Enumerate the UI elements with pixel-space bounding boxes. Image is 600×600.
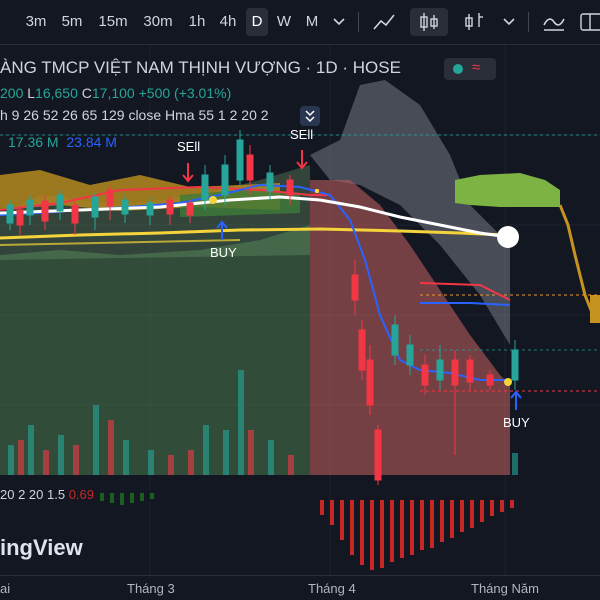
- timeframe-5m[interactable]: 5m: [57, 8, 87, 36]
- change-value: +500 (+3.01%): [138, 85, 232, 101]
- sell-signal-label: SEll: [290, 127, 314, 142]
- oscillator-value: 0.69: [68, 487, 94, 502]
- price-chart[interactable]: ÀNG TMCP VIỆT NAM THỊNH VƯỢNG · 1D · HOS…: [0, 45, 600, 600]
- ohlc-prefix: 200: [0, 85, 24, 101]
- timeframe-30m[interactable]: 30m: [139, 8, 177, 36]
- oscillator-params: 20 2 20 1.5: [0, 487, 66, 502]
- cloud-lime: [455, 173, 560, 207]
- last-point-marker: [497, 226, 519, 248]
- volume-value-a: 17.36 M: [8, 134, 59, 150]
- time-axis[interactable]: ai Tháng 3 Tháng 4 Tháng Năm: [0, 575, 600, 600]
- symbol-title[interactable]: ÀNG TMCP VIỆT NAM THỊNH VƯỢNG · 1D · HOS…: [0, 58, 401, 78]
- market-status-badge[interactable]: ≈: [444, 58, 496, 80]
- timeframe-1h[interactable]: 1h: [184, 8, 210, 36]
- line-chart-icon[interactable]: [368, 8, 398, 36]
- indicators-icon[interactable]: [538, 8, 568, 36]
- time-tick: Tháng 4: [308, 581, 356, 596]
- timeframe-15m[interactable]: 15m: [95, 8, 131, 36]
- layout-icon[interactable]: [575, 8, 600, 36]
- oscillator-histogram: [100, 493, 514, 570]
- toolbar-separator: [358, 12, 359, 32]
- sell-signal-label: SEll: [177, 139, 201, 154]
- volume-legend: 17.36 M 23.84 M: [8, 134, 117, 150]
- buy-signal-label: BUY: [210, 245, 237, 260]
- time-tick: Tháng Năm: [471, 581, 539, 596]
- bars-icon[interactable]: [458, 8, 488, 36]
- timeframe-3m[interactable]: 3m: [22, 8, 50, 36]
- buy-signal-label: BUY: [503, 415, 530, 430]
- timeframe-4h[interactable]: 4h: [215, 8, 241, 36]
- data-wave-icon: ≈: [472, 59, 481, 76]
- timeframe-dropdown-icon[interactable]: [327, 8, 351, 36]
- timeframe-d[interactable]: D: [246, 8, 268, 36]
- close-value: 17,100: [91, 85, 135, 101]
- timeframe-m[interactable]: M: [301, 8, 323, 36]
- market-open-dot-icon: [453, 64, 463, 74]
- low-value: 16,650: [35, 85, 78, 101]
- sell-arrow: [182, 163, 194, 183]
- chart-type-dropdown-icon[interactable]: [497, 8, 521, 36]
- oscillator-legend[interactable]: 20 2 20 1.5 0.69: [0, 487, 94, 502]
- candles-icon[interactable]: [410, 8, 448, 36]
- volume-value-b: 23.84 M: [66, 134, 117, 150]
- tradingview-logo: ingView: [0, 535, 83, 560]
- indicator-legend[interactable]: h 9 26 52 26 65 129 close Hma 55 1 2 20 …: [0, 107, 269, 123]
- time-tick: ai: [0, 581, 11, 596]
- collapse-legend-icon[interactable]: [300, 106, 320, 126]
- buy-arrow: [510, 390, 522, 410]
- sell-arrow: [296, 150, 308, 170]
- close-label: C: [81, 85, 92, 101]
- time-tick: Tháng 3: [127, 581, 175, 596]
- ohlc-legend: 200 L16,650 C17,100 +500 (+3.01%): [0, 85, 231, 101]
- bull-zone: [0, 225, 310, 475]
- low-label: L: [27, 85, 36, 101]
- timeframe-w[interactable]: W: [273, 8, 295, 36]
- top-toolbar: 3m 5m 15m 30m 1h 4h D W M: [0, 0, 600, 45]
- toolbar-separator: [528, 12, 529, 32]
